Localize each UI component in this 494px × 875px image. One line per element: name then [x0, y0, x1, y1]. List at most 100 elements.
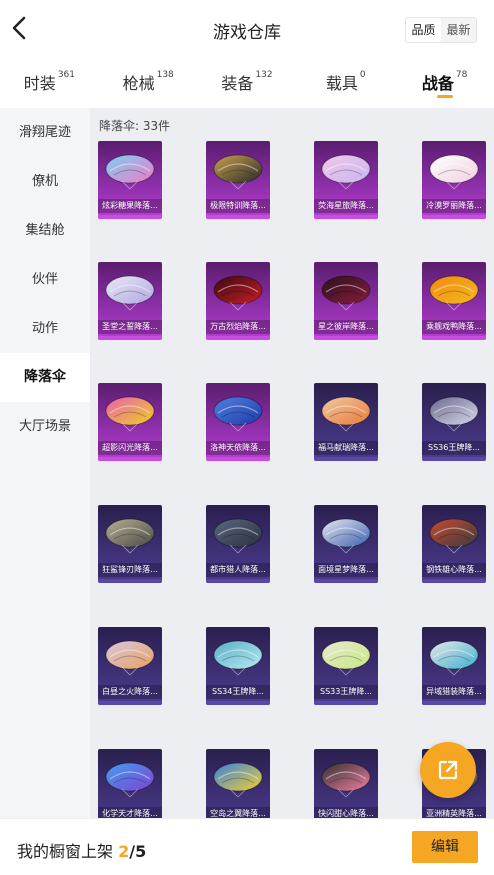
item-name: 福马献瑞降落...: [314, 441, 378, 455]
item-card[interactable]: 圣堂之誓降落...: [98, 262, 162, 340]
share-button[interactable]: [420, 742, 476, 798]
item-name: 极限特训降落...: [206, 199, 270, 213]
item-name: 化学天才降落...: [98, 807, 162, 818]
item-card[interactable]: 空岛之翼降落...: [206, 749, 270, 818]
parachute-icon: [105, 640, 155, 676]
sidebar-item-emote[interactable]: 动作: [0, 304, 90, 353]
parachute-icon: [429, 275, 479, 311]
sidebar: 滑翔尾迹 僚机 集结舱 伙伴 动作 降落伞 大厅场景: [0, 108, 90, 818]
item-card[interactable]: 化学天才降落...: [98, 749, 162, 818]
item-card[interactable]: 白昼之火降落...: [98, 627, 162, 705]
item-name: 洛神天依降落...: [206, 441, 270, 455]
tab-guns[interactable]: 枪械 138: [99, 58, 198, 108]
tab-count: 78: [455, 69, 468, 80]
share-icon: [438, 760, 458, 780]
tab-vehicles[interactable]: 载具 0: [296, 58, 395, 108]
tab-count: 132: [255, 69, 273, 80]
parachute-icon: [105, 396, 155, 432]
showcase-label: 我的橱窗上架: [17, 842, 119, 861]
item-card[interactable]: SS33王牌降...: [314, 627, 378, 705]
showcase-footer: 我的橱窗上架 2/5 编辑: [0, 818, 494, 875]
item-card[interactable]: 万古烈焰降落...: [206, 262, 270, 340]
item-name: 圣堂之誓降落...: [98, 320, 162, 334]
item-name: SS36王牌降...: [422, 441, 486, 455]
sidebar-item-glide-trail[interactable]: 滑翔尾迹: [0, 108, 90, 157]
item-card[interactable]: 荧海星旅降落...: [314, 141, 378, 219]
item-card[interactable]: 钢铁雄心降落...: [422, 505, 486, 583]
item-name: 亚洲精英降落...: [422, 807, 486, 818]
parachute-icon: [213, 396, 263, 432]
item-card[interactable]: SS34王牌降...: [206, 627, 270, 705]
showcase-max-count: /5: [129, 842, 147, 861]
item-card[interactable]: 冷漠罗丽降落...: [422, 141, 486, 219]
item-card[interactable]: 都市猎人降落...: [206, 505, 270, 583]
sort-option-quality[interactable]: 品质: [406, 18, 441, 42]
tab-count: 0: [359, 69, 366, 80]
item-card[interactable]: SS36王牌降...: [422, 383, 486, 461]
tab-label: 装备: [221, 74, 254, 93]
parachute-icon: [321, 518, 371, 554]
tab-active-indicator: [436, 95, 453, 98]
item-name: 冷漠罗丽降落...: [422, 199, 486, 213]
item-card[interactable]: 星之彼岸降落...: [314, 262, 378, 340]
sidebar-item-wingman[interactable]: 僚机: [0, 157, 90, 206]
item-name: 超影闪光降落...: [98, 441, 162, 455]
item-card[interactable]: 超影闪光降落...: [98, 383, 162, 461]
parachute-icon: [429, 154, 479, 190]
tab-equipment[interactable]: 装备 132: [198, 58, 297, 108]
parachute-icon: [321, 154, 371, 190]
parachute-icon: [213, 640, 263, 676]
tab-label: 载具: [325, 74, 358, 93]
parachute-icon: [105, 762, 155, 798]
item-card[interactable]: 狂鲨锋刃降落...: [98, 505, 162, 583]
item-name: 狂鲨锋刃降落...: [98, 563, 162, 577]
sidebar-item-parachute[interactable]: 降落伞: [0, 353, 90, 402]
item-card[interactable]: 洛神天依降落...: [206, 383, 270, 461]
item-name: 炫彩糖果降落...: [98, 199, 162, 213]
tab-label: 战备: [421, 74, 454, 93]
showcase-status: 我的橱窗上架 2/5: [17, 838, 146, 862]
parachute-icon: [429, 396, 479, 432]
item-card[interactable]: 快闪甜心降落...: [314, 749, 378, 818]
parachute-icon: [429, 518, 479, 554]
item-panel: 降落伞: 33件 炫彩糖果降落... 极限特训降落... 荧海星旅降落... 冷漠罗丽…: [90, 108, 494, 818]
item-name: 白昼之火降落...: [98, 685, 162, 699]
parachute-icon: [213, 518, 263, 554]
sort-option-newest[interactable]: 最新: [441, 18, 476, 42]
parachute-icon: [105, 275, 155, 311]
parachute-icon: [321, 762, 371, 798]
item-name: SS34王牌降...: [206, 685, 270, 699]
category-tabs: 时装 361 枪械 138 装备 132 载具 0 战备 78: [0, 58, 494, 108]
item-name: 都市猎人降落...: [206, 563, 270, 577]
edit-button[interactable]: 编辑: [412, 831, 478, 863]
item-name: 空岛之翼降落...: [206, 807, 270, 818]
tab-count: 138: [156, 69, 174, 80]
tab-count: 361: [57, 69, 75, 80]
item-card[interactable]: 极限特训降落...: [206, 141, 270, 219]
item-name: 万古烈焰降落...: [206, 320, 270, 334]
parachute-icon: [321, 640, 371, 676]
tab-fashion[interactable]: 时装 361: [0, 58, 99, 108]
parachute-icon: [429, 640, 479, 676]
item-card[interactable]: 乘舰戏鸭降落...: [422, 262, 486, 340]
item-name: 乘舰戏鸭降落...: [422, 320, 486, 334]
tab-combat-prep[interactable]: 战备 78: [395, 58, 494, 108]
item-name: 荧海星旅降落...: [314, 199, 378, 213]
sidebar-item-lobby-scene[interactable]: 大厅场景: [0, 402, 90, 451]
item-card[interactable]: 炫彩糖果降落...: [98, 141, 162, 219]
sidebar-item-assembly-pod[interactable]: 集结舱: [0, 206, 90, 255]
item-name: SS33王牌降...: [314, 685, 378, 699]
item-name: 快闪甜心降落...: [314, 807, 378, 818]
parachute-icon: [213, 275, 263, 311]
sidebar-item-partner[interactable]: 伙伴: [0, 255, 90, 304]
item-name: 星之彼岸降落...: [314, 320, 378, 334]
tab-label: 枪械: [122, 74, 155, 93]
item-card[interactable]: 异域猎装降落...: [422, 627, 486, 705]
sort-toggle[interactable]: 品质 最新: [405, 17, 477, 43]
item-name: 钢铁雄心降落...: [422, 563, 486, 577]
item-name: 面境星梦降落...: [314, 563, 378, 577]
parachute-icon: [321, 396, 371, 432]
parachute-icon: [213, 762, 263, 798]
item-card[interactable]: 福马献瑞降落...: [314, 383, 378, 461]
item-card[interactable]: 面境星梦降落...: [314, 505, 378, 583]
